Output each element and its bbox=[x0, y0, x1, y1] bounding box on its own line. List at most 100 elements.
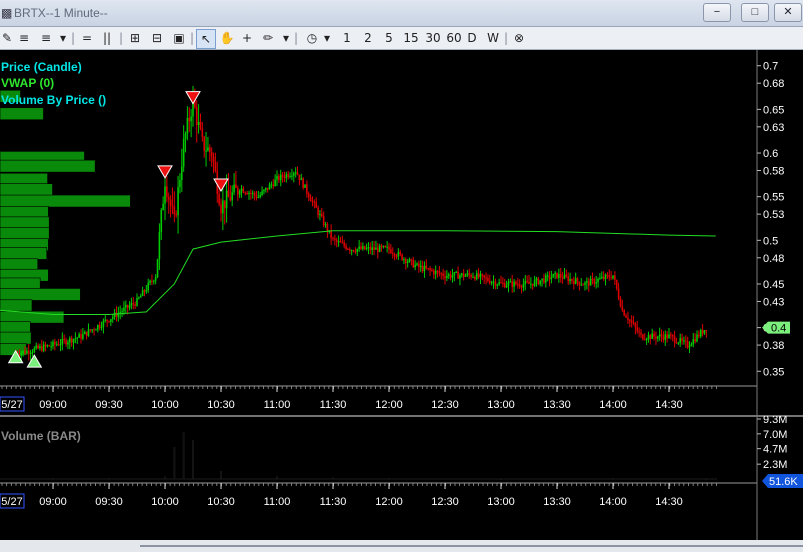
interval-5[interactable]: 5 bbox=[383, 29, 395, 47]
x-tick-label: 13:00 bbox=[487, 496, 515, 508]
horizontal-line-icon[interactable]: = bbox=[79, 29, 95, 47]
interval-30[interactable]: 30 bbox=[424, 29, 442, 47]
candle-body bbox=[423, 265, 426, 272]
candle-body bbox=[136, 298, 138, 306]
candle-body bbox=[350, 250, 353, 252]
candle-body bbox=[576, 278, 579, 282]
candle-body bbox=[470, 274, 472, 278]
cancel-icon[interactable]: ⊗ bbox=[511, 29, 527, 47]
candle-body bbox=[164, 186, 166, 204]
candle-body bbox=[167, 196, 170, 200]
candle-body bbox=[65, 339, 67, 345]
candle-body bbox=[701, 329, 704, 334]
candle-body bbox=[505, 285, 508, 288]
interval-daily[interactable]: D bbox=[466, 29, 478, 47]
candle-body bbox=[479, 274, 482, 278]
candle-body bbox=[425, 265, 428, 269]
legend-vwap: VWAP (0) bbox=[1, 76, 55, 90]
candle-body bbox=[468, 273, 471, 275]
candle-body bbox=[699, 329, 702, 337]
candle-body bbox=[143, 290, 146, 292]
candle-body bbox=[535, 278, 538, 281]
candle-body bbox=[436, 270, 439, 272]
candle-body bbox=[223, 200, 226, 209]
interval-2[interactable]: 2 bbox=[362, 29, 374, 47]
crosshair-icon[interactable]: + bbox=[240, 29, 254, 47]
chart-toolbar: ✎ ≡ ≡ ▾ | = || | ⊞ ⊟ ▣ | ↖ ✋ + ✏ ▾ | ◷ ▾… bbox=[0, 27, 803, 50]
candle-body bbox=[546, 275, 549, 277]
hand-pan-icon[interactable]: ✋ bbox=[218, 29, 236, 47]
scrollbar-track[interactable] bbox=[140, 545, 803, 547]
separator-icon: | bbox=[293, 31, 299, 45]
volume-profile-bar bbox=[0, 159, 96, 173]
candle-body bbox=[220, 204, 222, 214]
x-tick-label: 10:00 bbox=[151, 399, 179, 411]
candle-body bbox=[78, 334, 80, 338]
candle-body bbox=[651, 333, 653, 339]
candle-body bbox=[334, 238, 336, 240]
candle-body bbox=[360, 246, 362, 250]
candle-body bbox=[313, 201, 316, 203]
candle-body bbox=[614, 275, 616, 280]
minimize-button[interactable]: − bbox=[703, 3, 731, 22]
close-button[interactable]: ✕ bbox=[774, 3, 802, 22]
zoom-fit-icon[interactable]: ▣ bbox=[170, 29, 188, 47]
candle-body bbox=[517, 284, 519, 286]
candle-body bbox=[489, 280, 491, 284]
candle-body bbox=[283, 177, 286, 179]
interval-60[interactable]: 60 bbox=[445, 29, 463, 47]
pointer-icon[interactable]: ↖ bbox=[196, 29, 216, 49]
chevron-down-icon[interactable]: ▾ bbox=[58, 29, 68, 47]
candle-body bbox=[705, 330, 708, 332]
draw-tool-icon[interactable]: ✎ bbox=[0, 29, 14, 47]
x-tick-label: 14:00 bbox=[599, 496, 627, 508]
candle-body bbox=[503, 283, 506, 288]
candle-body bbox=[526, 280, 528, 282]
candle-body bbox=[657, 336, 659, 339]
candle-body bbox=[311, 201, 314, 203]
interval-1[interactable]: 1 bbox=[341, 29, 353, 47]
zoom-in-icon[interactable]: ⊞ bbox=[126, 29, 144, 47]
candle-body bbox=[507, 282, 510, 286]
zoom-out-icon[interactable]: ⊟ bbox=[148, 29, 166, 47]
candle-body bbox=[447, 274, 450, 276]
x-tick-label: 09:00 bbox=[39, 399, 67, 411]
candle-body bbox=[537, 278, 540, 285]
candle-body bbox=[574, 278, 577, 284]
horizontal-scrollbar[interactable] bbox=[0, 540, 803, 552]
candle-body bbox=[640, 332, 642, 335]
pen-icon[interactable]: ✏ bbox=[260, 29, 276, 47]
chart-area[interactable]: 0.7 0.68 0.65 0.63 0.6 0.58 0.55 0.53 0.5 0.48 0.4… bbox=[0, 50, 803, 540]
chevron-down-icon[interactable]: ▾ bbox=[281, 29, 291, 47]
candle-body bbox=[225, 190, 228, 209]
candle-body bbox=[274, 179, 276, 187]
line-style-icon[interactable]: ≡ bbox=[36, 29, 56, 47]
candle-body bbox=[201, 128, 204, 137]
candle-body bbox=[358, 246, 360, 249]
candle-body bbox=[612, 275, 614, 279]
candle-body bbox=[70, 338, 73, 343]
candle-body bbox=[395, 256, 398, 258]
separator-icon: | bbox=[118, 31, 124, 45]
interval-weekly[interactable]: W bbox=[486, 29, 500, 47]
vertical-lines-icon[interactable]: || bbox=[100, 29, 114, 47]
candle-body bbox=[250, 192, 252, 194]
chevron-down-icon[interactable]: ▾ bbox=[322, 29, 332, 47]
interval-15[interactable]: 15 bbox=[402, 29, 420, 47]
y-tick-label: 0.35 bbox=[763, 366, 784, 378]
candle-body bbox=[181, 166, 183, 181]
separator-icon: | bbox=[503, 31, 509, 45]
candle-body bbox=[668, 334, 670, 339]
window-title: BRTX--1 Minute-- bbox=[14, 6, 108, 20]
candle-body bbox=[414, 264, 416, 268]
candle-body bbox=[371, 247, 373, 251]
candle-body bbox=[61, 338, 64, 345]
candle-body bbox=[666, 334, 668, 339]
candle-body bbox=[72, 339, 75, 343]
text-tool-icon[interactable]: ≡ bbox=[16, 29, 32, 47]
volume-bar bbox=[219, 471, 222, 480]
maximize-button[interactable]: □ bbox=[741, 3, 769, 22]
candle-body bbox=[130, 303, 133, 306]
clock-icon[interactable]: ◷ bbox=[304, 29, 320, 47]
candle-body bbox=[319, 214, 321, 216]
